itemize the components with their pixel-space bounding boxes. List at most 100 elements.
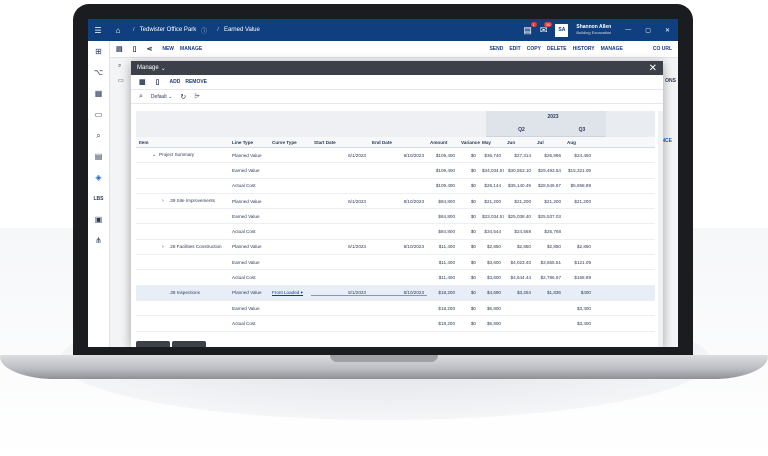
search-icon[interactable]: ⌕ — [139, 93, 143, 101]
footer-tab[interactable] — [136, 341, 170, 347]
table-row[interactable]: Actual Cost $109,400 $0 $26,144 $35,140.49 $2… — [136, 179, 655, 194]
earned-value-icon[interactable]: ◈ — [88, 167, 109, 188]
jul-cell: $3,555.51 — [540, 259, 561, 265]
expand-toggle-icon[interactable]: › — [162, 244, 169, 250]
avatar[interactable]: SA — [555, 23, 569, 37]
info-icon[interactable]: ⓘ — [201, 26, 207, 35]
column-header[interactable]: Curve Type — [269, 140, 311, 145]
chevron-down-icon[interactable]: ⌄ — [161, 65, 166, 72]
calendar-icon[interactable]: ▭ — [88, 104, 109, 125]
item-cell: .38 Inspections — [136, 290, 229, 295]
column-header[interactable]: Line Type — [229, 140, 269, 145]
refresh-icon[interactable]: ↻ — [180, 93, 186, 101]
column-header[interactable]: Amount — [427, 140, 458, 145]
co-url-button[interactable]: CO URL — [653, 46, 672, 52]
start-date-cell[interactable]: 5/1/2023 — [311, 290, 369, 296]
aug-cell: $24,450 — [574, 152, 591, 158]
mail-icon[interactable]: ✉ 10 — [540, 21, 553, 36]
column-header[interactable]: Variance — [458, 140, 480, 145]
jul-cell: $29,493.54 — [538, 167, 561, 173]
table-row[interactable]: Actual Cost $11,400 $0 $3,600 $4,644.44 $2,78… — [136, 270, 655, 286]
jun-cell: $24,568 — [514, 229, 531, 235]
filter-icon[interactable]: ⩥ — [194, 93, 200, 101]
toolbar-actions: SEND EDIT COPY DELETE HISTORY MANAGE CO … — [489, 46, 678, 52]
table-row[interactable]: Earned Value $109,400 $0 $34,034.57 $30,553.… — [136, 163, 655, 179]
column-header[interactable]: Aug — [564, 140, 594, 145]
column-header[interactable]: Start Date — [311, 140, 369, 145]
search-icon[interactable]: ⌕ — [118, 63, 121, 70]
jul-cell: $28,546.67 — [538, 183, 561, 189]
list-view-icon[interactable]: ▤ — [116, 45, 123, 53]
restore-icon[interactable]: ▢ — [645, 27, 651, 34]
end-date-cell[interactable]: 8/10/2023 — [369, 290, 427, 296]
curve-type-select[interactable]: Front Loaded ▾ — [272, 289, 303, 296]
schedule-icon[interactable]: ▣ — [88, 209, 109, 230]
vertical-scrollbar[interactable] — [658, 111, 663, 347]
breadcrumb-project[interactable]: Tedwister Office Park — [140, 27, 197, 33]
file-icon[interactable]: ▯ — [156, 78, 160, 86]
hamburger-menu-icon[interactable]: ☰ — [88, 26, 108, 35]
manage-button[interactable]: MANAGE — [180, 46, 202, 52]
grid-view-icon[interactable]: ▦ — [139, 78, 146, 86]
earned-value-grid: 2023 Q2 Q3 Item Line Type Curve Type Start … — [136, 111, 655, 332]
jul-cell: $2,786.67 — [540, 275, 561, 281]
item-label: .28 Facilities Construction — [169, 243, 222, 249]
footer-tab[interactable] — [172, 341, 206, 347]
manage-right-button[interactable]: MANAGE — [601, 46, 623, 52]
delete-button[interactable]: DELETE — [547, 46, 567, 52]
lbs-nav[interactable]: LBS — [88, 188, 109, 209]
table-row[interactable]: Earned Value $18,200 $0 $6,800 $3,400 — [136, 301, 655, 317]
column-header[interactable]: Jun — [504, 140, 534, 145]
table-row[interactable]: › .39 Site Improvements Planned Value 6/1/2… — [136, 194, 655, 210]
edit-button[interactable]: EDIT — [509, 46, 520, 52]
table-row[interactable]: › .28 Facilities Construction Planned Valu… — [136, 240, 655, 256]
table-row[interactable]: Actual Cost $84,800 $0 $34,544 $24,568 $25,76… — [136, 224, 655, 240]
background-link[interactable]: NCE — [661, 138, 672, 144]
notifications-icon[interactable]: ▤ 1 — [523, 21, 537, 36]
add-button[interactable]: ADD — [169, 79, 180, 85]
table-row[interactable]: Earned Value $11,400 $0 $3,600 $4,023.40 $3,5… — [136, 255, 655, 271]
column-header[interactable]: Item — [136, 140, 229, 145]
copy-button[interactable]: COPY — [527, 46, 541, 52]
close-window-icon[interactable]: ✕ — [665, 27, 670, 34]
start-date-cell: 6/1/2023 — [348, 198, 366, 204]
table-row[interactable]: Earned Value $84,800 $0 $33,034.57 $25,038.4… — [136, 209, 655, 225]
table-row[interactable]: ⌄ Project Summary Planned Value 6/1/2023 8/1… — [136, 148, 655, 164]
dashboard-icon[interactable]: ▦ — [88, 83, 109, 104]
home-icon[interactable]: ⌂ — [108, 26, 128, 35]
end-date-cell: 8/10/2023 — [403, 152, 424, 158]
modal-header: Manage ⌄ ✕ — [131, 61, 663, 75]
history-button[interactable]: HISTORY — [573, 46, 595, 52]
close-icon[interactable]: ✕ — [649, 63, 657, 74]
send-button[interactable]: SEND — [489, 46, 503, 52]
table-row[interactable]: .38 Inspections Planned Value Front Loaded… — [136, 285, 655, 301]
column-header[interactable]: May — [479, 140, 504, 145]
view-select[interactable]: Default ⌄ — [151, 94, 172, 100]
new-button[interactable]: NEW — [162, 46, 174, 52]
jun-cell: $25,038.40 — [508, 213, 531, 219]
minimize-icon[interactable]: — — [625, 27, 631, 33]
may-cell: $3,600 — [486, 259, 501, 265]
remove-button[interactable]: REMOVE — [185, 79, 207, 85]
org-chart-icon[interactable]: ⋔ — [88, 230, 109, 251]
apps-grid-icon[interactable]: ⊞ — [88, 41, 109, 62]
jun-cell: $4,644.44 — [510, 275, 531, 281]
file-icon[interactable]: ▯ — [133, 45, 137, 53]
expand-toggle-icon[interactable]: ⌄ — [152, 152, 159, 158]
document-icon[interactable]: ▤ — [88, 146, 109, 167]
manage-modal: Manage ⌄ ✕ ▦ ▯ ADD REMOVE ⌕ Default ⌄ ↻ … — [131, 61, 663, 347]
user-info[interactable]: Shannon Allen Building Excavation — [576, 24, 611, 36]
table-row[interactable]: Actual Cost $18,200 $0 $6,800 $3,400 — [136, 316, 655, 332]
share-icon[interactable]: ⋖ — [146, 45, 152, 53]
column-header[interactable]: Jul — [534, 140, 564, 145]
may-cell: $6,800 — [486, 320, 501, 326]
variance-cell: $0 — [470, 183, 476, 189]
search-nav-icon[interactable]: ⌕ — [88, 125, 109, 146]
column-header[interactable]: End Date — [369, 140, 427, 145]
may-cell: $34,034.57 — [482, 167, 504, 173]
jul-cell: $21,200 — [544, 198, 561, 204]
note-icon[interactable]: ▭ — [118, 77, 124, 84]
expand-toggle-icon[interactable]: › — [162, 198, 169, 204]
hierarchy-icon[interactable]: ⌥ — [88, 62, 109, 83]
line-type-cell: Earned Value — [232, 259, 260, 265]
